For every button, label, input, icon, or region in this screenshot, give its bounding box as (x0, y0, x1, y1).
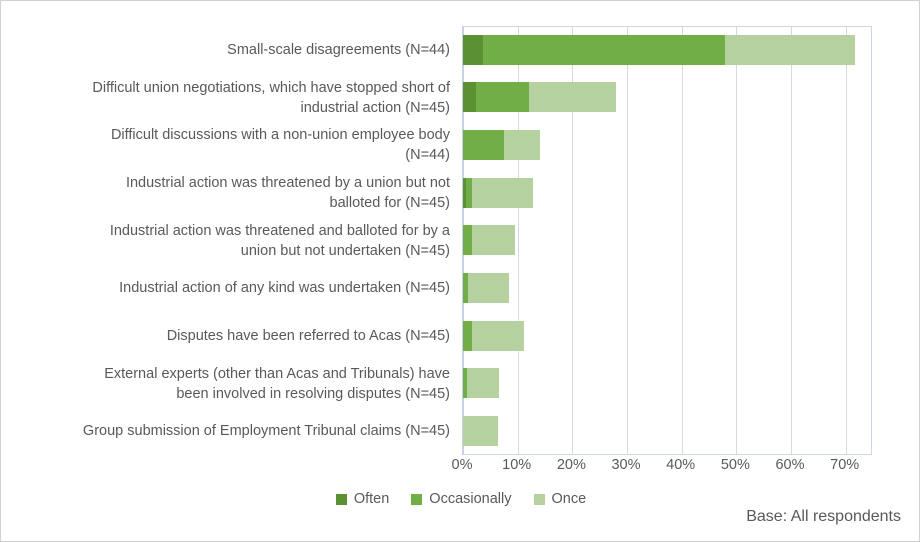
x-tick-label: 0% (451, 457, 473, 473)
category-label: Small-scale disagreements (N=44) (227, 41, 450, 58)
x-tick-label: 70% (830, 457, 860, 473)
bar-row (462, 217, 872, 265)
category-axis-labels: Small-scale disagreements (N=44) Difficul… (9, 26, 456, 455)
legend-swatch-icon (533, 493, 545, 505)
bar-row (462, 360, 872, 408)
stacked-bar[interactable] (463, 225, 515, 256)
bar-row (462, 407, 872, 455)
x-tick-label: 50% (720, 457, 750, 473)
category-label: Disputes have been referred to Acas (N=4… (166, 327, 450, 344)
bar-segment-once[interactable] (471, 177, 533, 208)
category-label: Difficult union negotiations, which have… (92, 79, 450, 116)
category-label: Difficult discussions with a non-union e… (110, 127, 450, 164)
bar-segment-occasionally[interactable] (463, 225, 472, 256)
chart-container: Small-scale disagreements (N=44) Difficul… (0, 0, 920, 542)
stacked-bar[interactable] (463, 273, 509, 304)
stacked-bar[interactable] (463, 320, 525, 351)
bar-row (462, 169, 872, 217)
x-tick-label: 60% (775, 457, 805, 473)
x-tick-label: 20% (556, 457, 586, 473)
bar-segment-once[interactable] (504, 130, 541, 161)
stacked-bar[interactable] (463, 368, 500, 399)
bar-segment-once[interactable] (529, 82, 617, 113)
bar-segment-once[interactable] (467, 368, 500, 399)
x-tick-label: 40% (666, 457, 696, 473)
legend-item-once[interactable]: Once (533, 491, 587, 507)
bar-row (462, 121, 872, 169)
legend-item-often[interactable]: Often (335, 491, 390, 507)
bar-segment-occasionally[interactable] (463, 320, 472, 351)
bar-segment-occasionally[interactable] (476, 82, 530, 113)
legend-label: Occasionally (429, 491, 512, 507)
bar-row (462, 264, 872, 312)
bar-segment-once[interactable] (471, 320, 525, 351)
bar-row (462, 74, 872, 122)
bar-segment-occasionally[interactable] (463, 130, 504, 161)
stacked-bar[interactable] (463, 34, 855, 65)
bar-row (462, 312, 872, 360)
bar-segment-once[interactable] (463, 416, 498, 447)
stacked-bar[interactable] (463, 177, 533, 208)
stacked-bar[interactable] (463, 416, 498, 447)
x-tick-label: 10% (502, 457, 532, 473)
category-label: Group submission of Employment Tribunal … (82, 423, 450, 440)
category-label: Industrial action was threatened and bal… (109, 222, 450, 259)
bar-segment-occasionally[interactable] (483, 34, 726, 65)
bar-segment-once[interactable] (471, 225, 515, 256)
x-tick-label: 30% (611, 457, 641, 473)
base-note: Base: All respondents (746, 508, 901, 525)
category-label: Industrial action was threatened by a un… (125, 174, 450, 211)
legend-label: Once (551, 491, 587, 507)
bar-segment-once[interactable] (468, 273, 509, 304)
bar-segment-once[interactable] (725, 34, 855, 65)
legend-item-occasionally[interactable]: Occasionally (411, 491, 512, 507)
legend-label: Often (353, 491, 390, 507)
bar-segment-often[interactable] (463, 34, 484, 65)
stacked-bar[interactable] (463, 130, 541, 161)
category-label: External experts (other than Acas and Tr… (104, 365, 450, 402)
legend-swatch-icon (335, 493, 347, 505)
bar-series-group (462, 26, 872, 455)
bar-row (462, 26, 872, 74)
x-axis-tick-labels: 0% 10% 20% 30% 40% 50% 60% 70% (452, 457, 872, 479)
stacked-bar[interactable] (463, 82, 617, 113)
category-label: Industrial action of any kind was undert… (119, 280, 450, 297)
chart-legend: Often Occasionally Once (1, 491, 919, 507)
legend-swatch-icon (411, 493, 423, 505)
bar-segment-often[interactable] (463, 82, 477, 113)
